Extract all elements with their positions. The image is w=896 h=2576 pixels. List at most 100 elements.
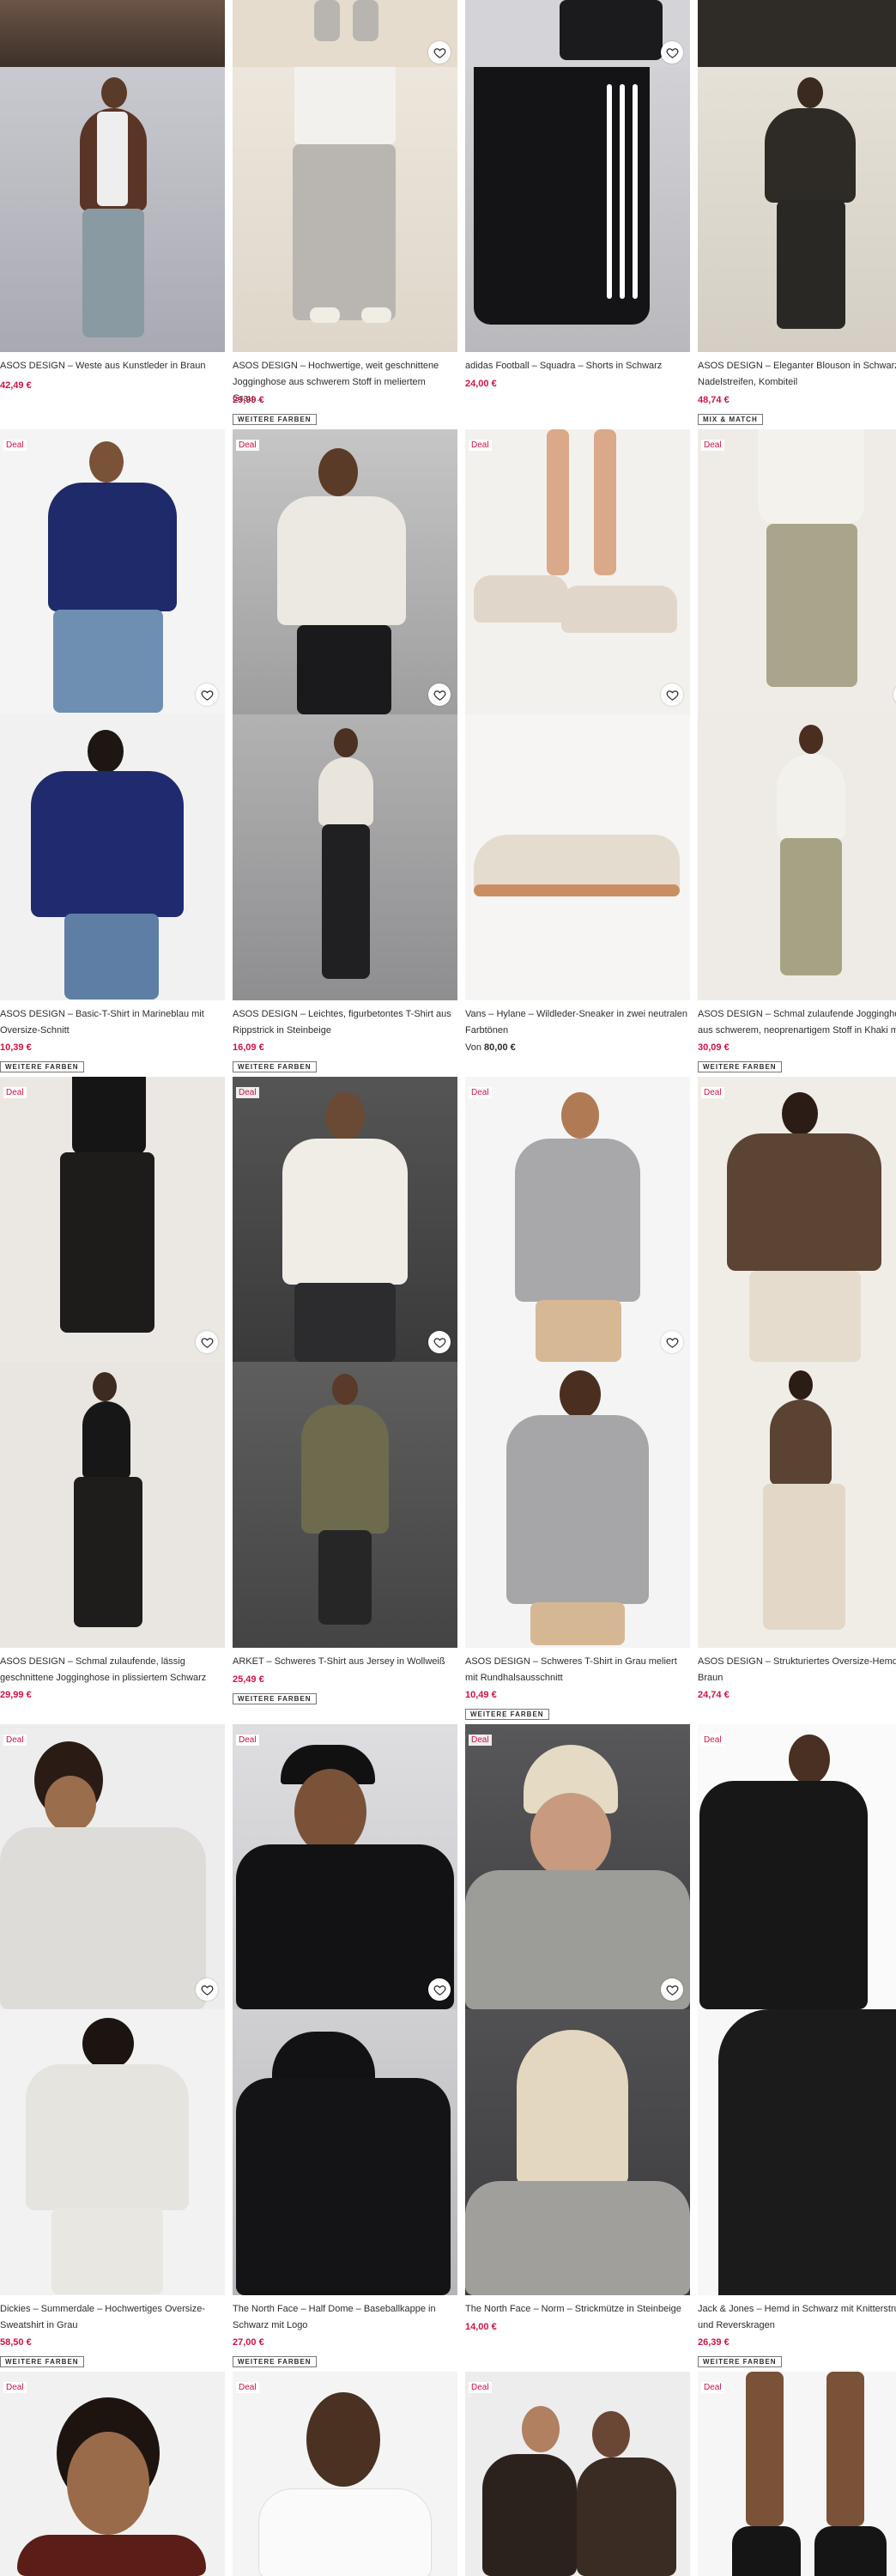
product-card[interactable]: Deal [698,2372,896,2576]
product-title[interactable]: ASOS DESIGN – Leichtes, figurbetontes T-… [233,1006,457,1039]
wishlist-heart-icon[interactable] [661,41,683,64]
product-title[interactable]: The North Face – Half Dome – Baseballkap… [233,2301,457,2334]
wishlist-heart-icon[interactable] [428,1331,451,1353]
product-card[interactable]: Deal [0,2372,225,2576]
product-price: 16,09 € [233,1042,264,1053]
product-title[interactable]: ASOS DESIGN – Schweres T-Shirt in Grau m… [465,1654,690,1686]
wishlist-heart-icon[interactable] [428,1978,451,2001]
product-image-alt[interactable] [465,2009,690,2295]
wishlist-heart-icon[interactable] [428,683,451,706]
product-image-alt[interactable] [698,1362,896,1648]
product-image-top[interactable] [233,0,457,67]
product-card[interactable]: Deal ASOS DESIGN – Basic-T-Shirt in Mari… [0,429,225,1078]
product-card[interactable]: Deal ARKET – Schweres T-Shirt aus Jersey… [233,1077,457,1712]
product-title[interactable]: ARKET – Schweres T-Shirt aus Jersey in W… [233,1654,457,1670]
product-card[interactable]: Deal Jack & Jones – Hemd in Schwarz mit … [698,1724,896,2372]
product-title[interactable]: ASOS DESIGN – Eleganter Blouson in Schwa… [698,358,896,391]
product-title[interactable]: The North Face – Norm – Strickmütze in S… [465,2301,690,2318]
product-title[interactable]: Vans – Hylane – Wildleder-Sneaker in zwe… [465,1006,690,1039]
product-card[interactable]: Deal ASOS DESIGN – Schmal zulaufende Jog… [698,429,896,1078]
product-card[interactable]: Deal ASOS DESIGN – Leichtes, figurbetont… [233,429,457,1078]
product-image[interactable]: Deal [233,429,457,714]
product-card[interactable]: ASOS DESIGN – Eleganter Blouson in Schwa… [698,0,896,429]
product-image[interactable]: Deal [0,1077,225,1362]
product-image-top[interactable] [698,0,896,67]
product-card[interactable]: ASOS DESIGN – Weste aus Kunstleder in Br… [0,0,225,404]
product-image[interactable]: Deal [698,1724,896,2009]
product-price: 58,50 € [0,2337,32,2348]
product-card[interactable]: Deal Vans – Hylane – Wildleder-Sneaker i… [465,429,690,1078]
product-title[interactable]: ASOS DESIGN – Strukturiertes Oversize-He… [698,1654,896,1686]
product-image-alt[interactable] [465,714,690,1000]
product-image[interactable]: Deal [0,1724,225,2009]
wishlist-heart-icon[interactable] [196,683,218,706]
product-title[interactable]: ASOS DESIGN – Basic-T-Shirt in Marinebla… [0,1006,225,1039]
wishlist-heart-icon[interactable] [661,1331,683,1353]
product-price: 24,74 € [698,1690,730,1700]
product-title[interactable]: ASOS DESIGN – Schmal zulaufende Joggingh… [698,1006,896,1039]
product-image[interactable] [0,67,225,352]
deal-badge: Deal [236,1087,259,1098]
product-image[interactable]: Deal [698,429,896,714]
product-image[interactable]: Deal [465,429,690,714]
product-card[interactable]: Deal The North Face – Norm – Strickmütze… [465,1724,690,2360]
product-image[interactable] [233,67,457,352]
product-title[interactable]: Dickies – Summerdale – Hochwertiges Over… [0,2301,225,2334]
product-image-alt[interactable] [0,1362,225,1648]
wishlist-heart-icon[interactable] [428,41,451,64]
product-image[interactable]: Deal [698,1077,896,1362]
product-price: 29,99 € [0,1690,32,1700]
product-image[interactable] [698,67,896,352]
product-image-alt[interactable] [233,2009,457,2295]
product-image[interactable]: Deal [698,2372,896,2576]
product-image[interactable] [465,67,690,352]
product-title[interactable]: ASOS DESIGN – Hochwertige, weit geschnit… [233,358,457,407]
product-card[interactable]: Deal ASOS DESIGN – Strukturiertes Oversi… [698,1077,896,1712]
product-card[interactable]: Deal ASOS DESIGN – Schweres T-Shirt in G… [465,1077,690,1729]
product-card[interactable]: Deal ASOS DESIGN – Schmal zulaufende, lä… [0,1077,225,1712]
product-image-top[interactable] [0,0,225,67]
wishlist-heart-icon[interactable] [661,1978,683,2001]
product-image-alt[interactable] [698,714,896,1000]
product-price: 29,99 € [233,395,264,405]
product-title[interactable]: ASOS DESIGN – Schmal zulaufende, lässig … [0,1654,225,1686]
product-image[interactable]: Deal [233,1077,457,1362]
wishlist-heart-icon[interactable] [661,683,683,706]
product-image[interactable]: Deal [0,429,225,714]
product-card[interactable]: ASOS DESIGN – Hochwertige, weit geschnit… [233,0,457,429]
product-image[interactable]: Deal [0,2372,225,2576]
product-image-alt[interactable] [465,1362,690,1648]
product-card[interactable]: Deal [233,2372,457,2576]
product-title[interactable]: adidas Football – Squadra – Shorts in Sc… [465,358,690,374]
wishlist-heart-icon[interactable] [196,1331,218,1353]
product-image[interactable]: Deal [233,1724,457,2009]
product-card[interactable]: Deal Dickies – Summerdale – Hochwertiges… [0,1724,225,2372]
product-image-alt[interactable] [0,714,225,1000]
product-title[interactable]: ASOS DESIGN – Weste aus Kunstleder in Br… [0,358,225,374]
product-price: 27,00 € [233,2337,264,2348]
product-image-alt[interactable] [0,2009,225,2295]
product-image[interactable]: Deal [465,1077,690,1362]
product-image[interactable]: Deal [233,2372,457,2576]
product-image-top[interactable] [465,0,690,67]
more-colors-badge: WEITERE FARBEN [233,414,317,425]
product-price: 42,49 € [0,380,32,391]
product-image-alt[interactable] [233,714,457,1000]
product-title[interactable]: Jack & Jones – Hemd in Schwarz mit Knitt… [698,2301,896,2334]
product-price: 26,39 € [698,2337,730,2348]
product-price: 10,49 € [465,1690,497,1700]
deal-badge: Deal [701,2382,724,2393]
wishlist-heart-icon[interactable] [196,1978,218,2001]
product-image-alt[interactable] [233,1362,457,1648]
product-card[interactable]: adidas Football – Squadra – Shorts in Sc… [465,0,690,404]
deal-badge: Deal [469,1735,492,1746]
deal-badge: Deal [701,1735,724,1746]
price-from-label: Von [465,1042,481,1053]
product-card[interactable]: Deal The North Face – Half Dome – Baseba… [233,1724,457,2372]
product-image[interactable]: Deal [465,1724,690,2009]
product-price: 10,39 € [0,1042,32,1053]
deal-badge: Deal [701,1087,724,1098]
product-card[interactable]: Deal [465,2372,690,2576]
product-image-alt[interactable] [698,2009,896,2295]
product-image[interactable]: Deal [465,2372,690,2576]
